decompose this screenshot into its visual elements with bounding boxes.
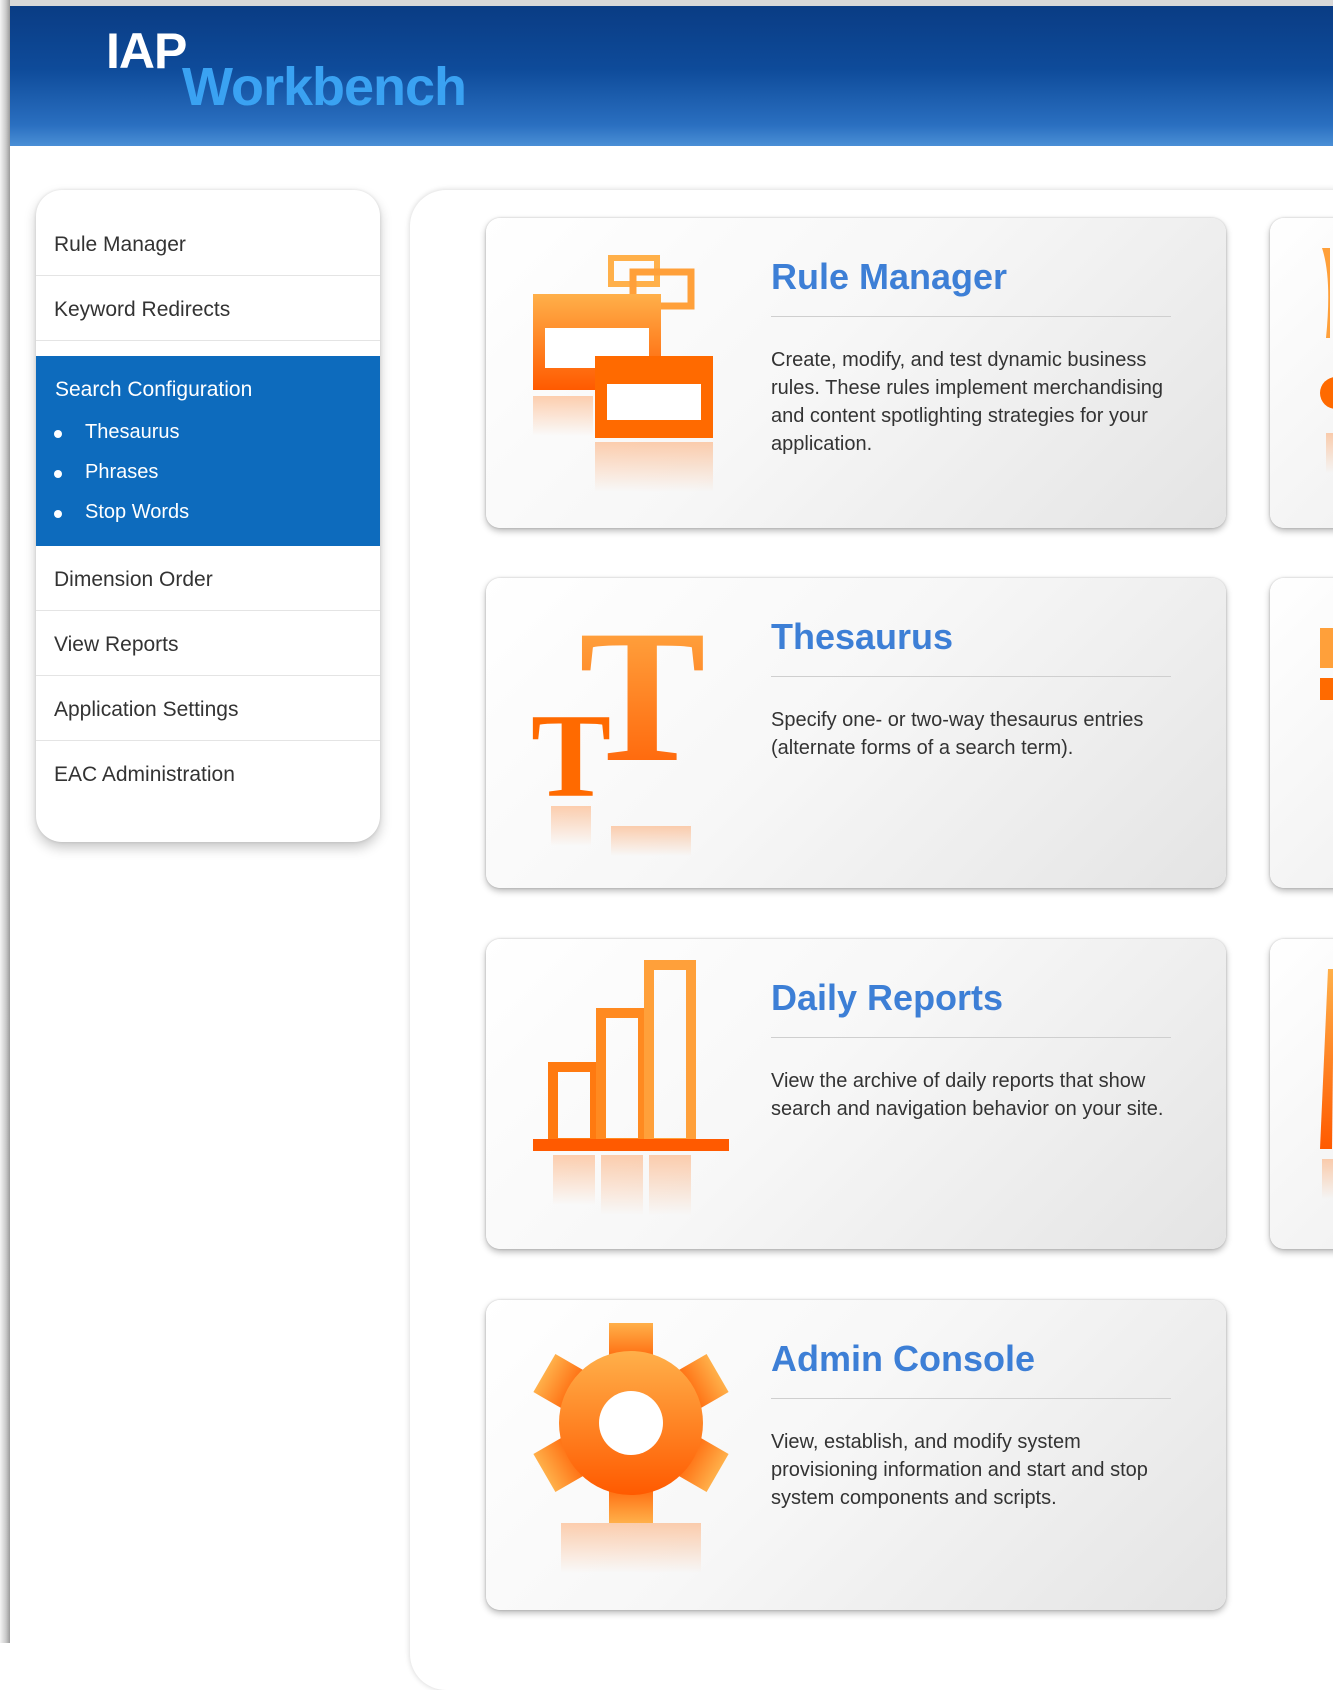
card-partial-right[interactable] (1270, 578, 1333, 888)
card-thesaurus[interactable]: T T Thesaurus Specify one- or two-way th… (486, 578, 1226, 888)
app-window: IAP Workbench Rule Manager Keyword Redir… (0, 0, 1333, 1690)
card-partial-right[interactable] (1270, 939, 1333, 1249)
gear-icon (533, 1323, 729, 1573)
logo-iap-text: IAP (106, 23, 187, 79)
card-divider (771, 676, 1171, 677)
sidebar-subitem-stop-words[interactable]: Stop Words (54, 499, 354, 529)
sidebar-item-dimension-order[interactable]: Dimension Order (36, 546, 380, 611)
window-left-border (0, 0, 10, 1643)
card-description: Specify one- or two-way thesaurus entrie… (771, 709, 1144, 759)
sidebar-subitem-label: Stop Words (85, 501, 190, 523)
sidebar-subitem-label: Phrases (85, 461, 159, 483)
sidebar-subitem-label: Thesaurus (85, 421, 180, 443)
windows-stack-icon (533, 255, 713, 492)
card-title[interactable]: Thesaurus (771, 616, 953, 658)
sidebar-subitem-phrases[interactable]: Phrases (54, 459, 354, 489)
card-divider (771, 1398, 1171, 1399)
card-description: View the archive of daily reports that s… (771, 1070, 1164, 1120)
sidebar-nav: Rule Manager Keyword Redirects Search Co… (36, 190, 380, 842)
card-divider (771, 1037, 1171, 1038)
sidebar-item-label: Rule Manager (54, 233, 186, 256)
card-title[interactable]: Rule Manager (771, 256, 1007, 298)
card-divider (771, 316, 1171, 317)
logo-workbench-text: Workbench (182, 57, 467, 117)
text-size-icon: T T (531, 596, 706, 856)
sidebar-subitem-thesaurus[interactable]: Thesaurus (54, 419, 354, 449)
bullet-icon (54, 430, 62, 438)
sidebar-item-view-reports[interactable]: View Reports (36, 611, 380, 676)
card-partial-right[interactable] (1270, 218, 1333, 528)
bullet-icon (54, 510, 62, 518)
sidebar-item-rule-manager[interactable]: Rule Manager (36, 211, 380, 276)
card-title[interactable]: Admin Console (771, 1338, 1035, 1380)
svg-text:T: T (579, 596, 706, 802)
sidebar-item-application-settings[interactable]: Application Settings (36, 676, 380, 741)
card-rule-manager[interactable]: Rule Manager Create, modify, and test dy… (486, 218, 1226, 528)
app-header: IAP Workbench (10, 6, 1333, 146)
sidebar-item-label: View Reports (54, 633, 179, 656)
orange-shape-icon (1320, 628, 1333, 700)
card-title[interactable]: Daily Reports (771, 977, 1003, 1019)
sidebar-item-label[interactable]: Search Configuration (55, 378, 252, 402)
orange-shape-icon (1320, 248, 1333, 473)
sidebar-item-label: EAC Administration (54, 763, 235, 786)
sidebar-item-eac-administration[interactable]: EAC Administration (36, 741, 380, 806)
card-description: Create, modify, and test dynamic busines… (771, 349, 1164, 455)
sidebar-item-keyword-redirects[interactable]: Keyword Redirects (36, 276, 380, 341)
card-description: View, establish, and modify system provi… (771, 1431, 1148, 1509)
sidebar-item-label: Dimension Order (54, 568, 213, 591)
sidebar-item-label: Application Settings (54, 698, 239, 721)
bullet-icon (54, 470, 62, 478)
card-admin-console[interactable]: Admin Console View, establish, and modif… (486, 1300, 1226, 1610)
sidebar-item-label: Keyword Redirects (54, 298, 231, 321)
bar-chart-icon (533, 960, 729, 1215)
orange-shape-icon (1320, 969, 1333, 1199)
card-daily-reports[interactable]: Daily Reports View the archive of daily … (486, 939, 1226, 1249)
sidebar-item-search-configuration: Search Configuration Thesaurus Phrases S… (36, 356, 380, 546)
